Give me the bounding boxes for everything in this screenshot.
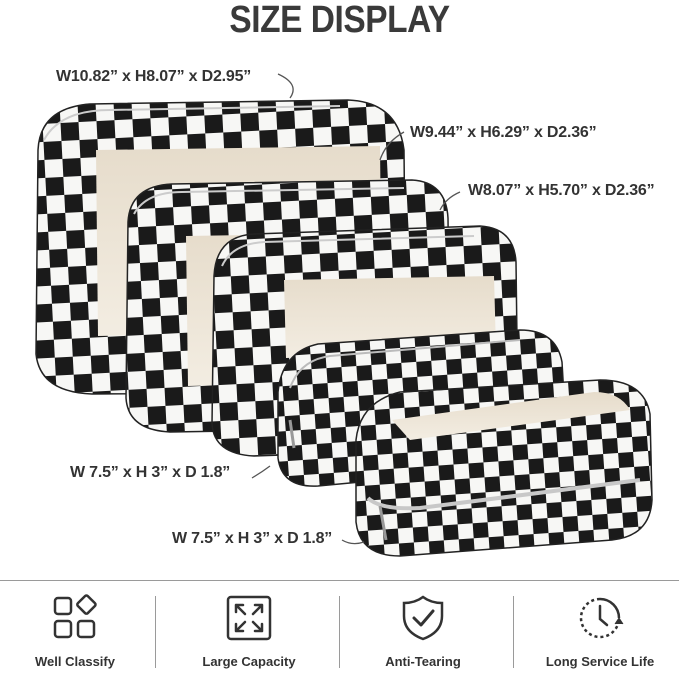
dimension-label-3: W8.07” x H5.70” x D2.36” — [468, 182, 655, 199]
product-photo — [35, 73, 653, 557]
feature-long-service-life: Long Service Life — [535, 594, 665, 669]
dimension-label-1: W10.82” x H8.07” x D2.95” — [56, 68, 252, 85]
feature-label: Large Capacity — [202, 654, 296, 669]
feature-label: Well Classify — [35, 654, 115, 669]
divider — [513, 596, 514, 668]
feature-label: Anti-Tearing — [385, 654, 461, 669]
separator-line — [0, 580, 679, 581]
dimension-label-2: W9.44” x H6.29” x D2.36” — [410, 124, 597, 141]
shield-check-icon — [402, 595, 444, 641]
grid-shapes-icon — [53, 594, 97, 639]
feature-anti-tearing: Anti-Tearing — [358, 594, 488, 669]
feature-label: Long Service Life — [545, 654, 655, 669]
bag-5 — [355, 379, 653, 557]
clock-icon — [579, 597, 624, 639]
feature-well-classify: Well Classify — [10, 594, 140, 669]
dimension-label-4: W 7.5” x H 3” x D 1.8” — [70, 464, 231, 481]
divider — [155, 596, 156, 668]
expand-arrows-icon — [226, 595, 272, 641]
feature-large-capacity: Large Capacity — [184, 594, 314, 669]
dimension-label-5: W 7.5” x H 3” x D 1.8” — [172, 530, 333, 547]
divider — [339, 596, 340, 668]
